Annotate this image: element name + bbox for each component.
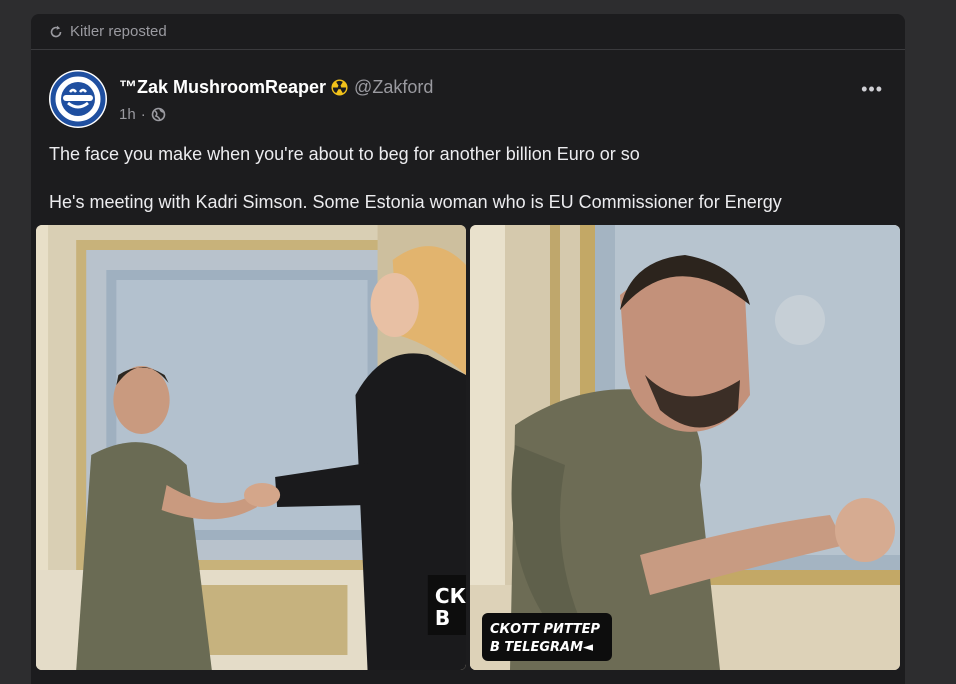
post-paragraph-1: The face you make when you're about to b… — [49, 144, 640, 164]
attached-photo-2[interactable]: СКОТТ РИТТЕР В TELEGRAM◄ — [470, 225, 900, 670]
repost-icon — [50, 25, 62, 37]
photo-1-watermark-line2: В — [435, 606, 450, 630]
author-handle[interactable]: @Zakford — [354, 77, 433, 98]
radiation-icon — [331, 79, 348, 96]
avatar-logo-icon — [50, 71, 106, 127]
more-dots-icon: ••• — [861, 79, 883, 99]
author-avatar[interactable] — [49, 70, 107, 128]
attached-photo-1[interactable]: СК В — [36, 225, 466, 670]
image-gallery: СК В СКОТТ РИТТЕР В TELEGRAM◄ — [36, 225, 900, 670]
post-meta: 1h · — [119, 106, 166, 123]
repost-label: Kitler reposted — [70, 23, 167, 40]
photo-2-watermark-line1: СКОТТ РИТТЕР — [490, 622, 601, 637]
post-text: The face you make when you're about to b… — [49, 142, 889, 214]
photo-1-watermark-line1: СК — [435, 584, 466, 608]
photo-1-illustration: СК В — [36, 225, 466, 670]
globe-icon — [151, 107, 165, 122]
meta-separator: · — [140, 106, 146, 123]
author-line: ™Zak MushroomReaper @Zakford — [119, 77, 433, 98]
post-paragraph-2: He's meeting with Kadri Simson. Some Est… — [49, 192, 782, 212]
more-options-button[interactable]: ••• — [861, 80, 883, 98]
photo-2-illustration: СКОТТ РИТТЕР В TELEGRAM◄ — [470, 225, 900, 670]
post-time[interactable]: 1h — [119, 106, 136, 123]
author-name[interactable]: ™Zak MushroomReaper — [119, 77, 326, 98]
photo-2-watermark-line2: В TELEGRAM◄ — [490, 640, 593, 655]
repost-header[interactable]: Kitler reposted — [31, 14, 905, 50]
